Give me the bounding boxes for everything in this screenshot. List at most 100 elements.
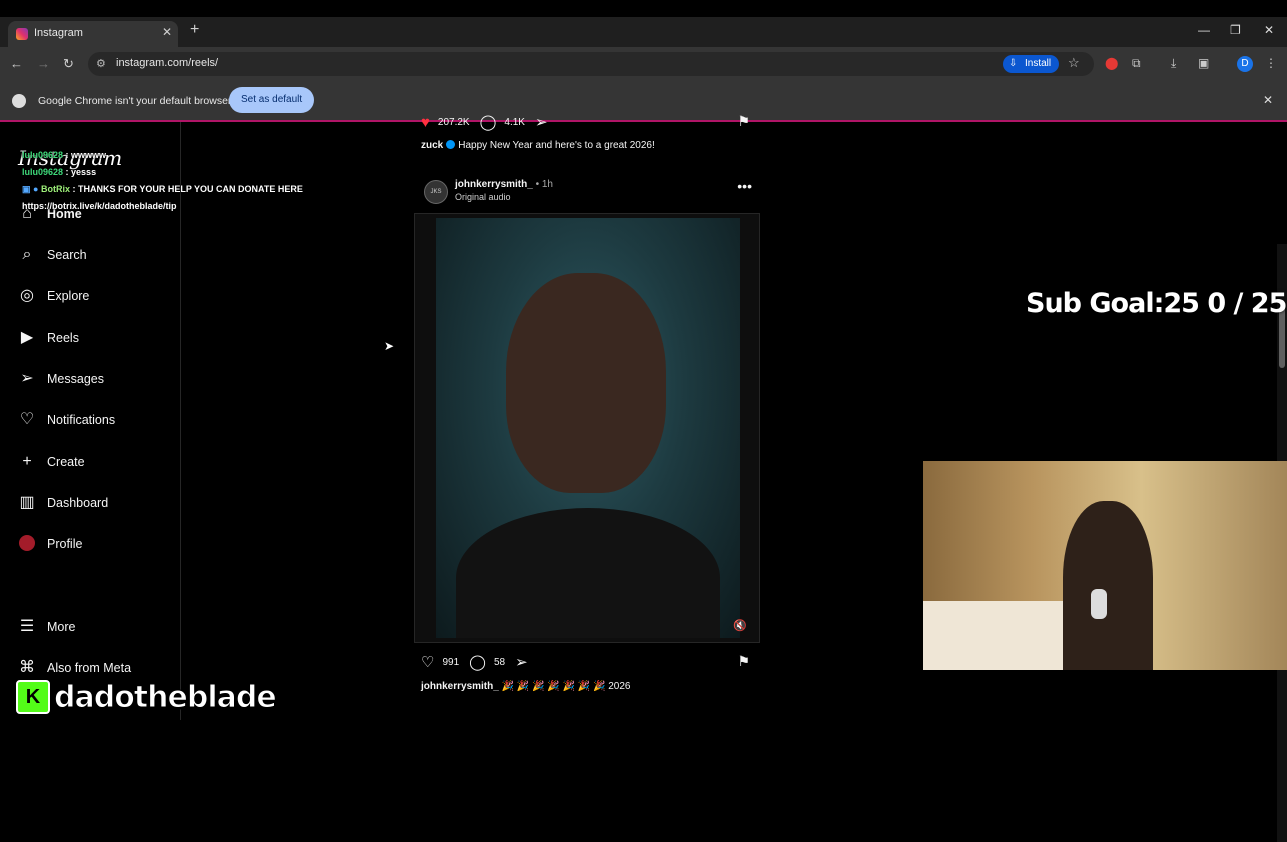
compass-icon: ◎	[20, 287, 34, 304]
caption-text: Happy New Year and here's to a great 202…	[458, 140, 655, 151]
tab-bar: Instagram ✕ + — ❐ ✕	[0, 17, 1287, 47]
chat-line: ▣ ● BotRix : THANKS FOR YOUR HELP YOU CA…	[22, 182, 303, 199]
prev-post-caption: zuck Happy New Year and here's to a great…	[421, 140, 655, 151]
url-text[interactable]: instagram.com/reels/	[116, 57, 218, 69]
reels-icon: ▶	[20, 329, 34, 346]
share-icon[interactable]: ➢	[515, 653, 528, 671]
streamer-name: dadotheblade	[54, 679, 278, 715]
sidebar-item-search[interactable]: ⌕ Search	[18, 243, 87, 267]
chat-user: BotRix	[40, 184, 70, 194]
person-head-shape	[506, 273, 666, 493]
sidebar-item-more[interactable]: ☰ More	[18, 615, 76, 639]
bot-badge-icon: ▣ ●	[22, 184, 39, 194]
post-avatar[interactable]: JKS	[424, 180, 448, 204]
chat-line: lulu09628 : wwwww	[22, 148, 303, 165]
plus-icon: +	[22, 453, 32, 470]
video-frame	[436, 218, 740, 638]
side-panel-icon[interactable]: ▣	[1198, 56, 1209, 70]
more-options-icon[interactable]: •••	[737, 178, 752, 194]
sidebar-item-reels[interactable]: ▶ Reels	[18, 326, 79, 350]
like-heart-icon[interactable]: ♡	[421, 653, 434, 671]
liked-heart-icon[interactable]: ♥	[421, 114, 430, 131]
sidebar-item-label: Explore	[47, 289, 90, 303]
install-label: Install	[1025, 58, 1052, 69]
streamer-nameplate: K dadotheblade	[16, 678, 278, 716]
mouse-cursor-icon: ➤	[384, 339, 395, 353]
comment-icon[interactable]: ◯	[480, 113, 497, 131]
caption-username[interactable]: zuck	[421, 140, 443, 151]
infobar-message: Google Chrome isn't your default browser	[38, 95, 232, 107]
chat-line: lulu09628 : yesss	[22, 165, 303, 182]
sidebar-item-dashboard[interactable]: ▥ Dashboard	[18, 491, 108, 515]
share-icon[interactable]: ➢	[535, 113, 548, 131]
extensions-puzzle-icon[interactable]: ⧉	[1132, 56, 1141, 71]
default-browser-infobar: Google Chrome isn't your default browser…	[0, 82, 1287, 122]
extension-red-icon[interactable]: ⬤	[1105, 56, 1118, 70]
post-audio[interactable]: Original audio	[455, 192, 511, 202]
webcam-bed-shape	[923, 601, 1073, 670]
restore-icon[interactable]: ❐	[1230, 23, 1241, 37]
sidebar-item-profile[interactable]: Profile	[18, 532, 82, 556]
chrome-logo-icon	[12, 94, 26, 108]
stream-chat-overlay: lulu09628 : wwwww lulu09628 : yesss ▣ ● …	[22, 148, 303, 216]
set-as-default-button[interactable]: Set as default	[229, 87, 315, 113]
sub-goal-overlay: Sub Goal:25 0 / 25	[1026, 288, 1287, 319]
menu-icon: ☰	[19, 618, 35, 635]
chat-msg: : wwwww	[65, 150, 107, 160]
post-actions: ♡ 991 ◯ 58 ➢	[421, 652, 536, 672]
verified-badge-icon	[446, 140, 456, 149]
chat-msg: https://botrix.live/k/dadotheblade/tip	[22, 201, 177, 211]
infobar-close-icon[interactable]: ✕	[1263, 93, 1273, 107]
caption-username[interactable]: johnkerrysmith_	[421, 681, 499, 692]
reload-icon[interactable]: ↻	[63, 56, 74, 72]
install-app-icon: ⇩	[1009, 58, 1018, 69]
sidebar-item-label: Reels	[47, 331, 79, 345]
sidebar-item-also-from-meta[interactable]: ⌘ Also from Meta	[18, 656, 131, 680]
minimize-icon[interactable]: —	[1198, 23, 1210, 37]
heart-icon: ♡	[19, 411, 35, 428]
reel-video[interactable]: 🔇	[414, 213, 760, 643]
address-bar[interactable]: ⚙ instagram.com/reels/ ⇩ Install ☆	[88, 52, 1094, 76]
site-info-icon[interactable]: ⚙	[96, 57, 106, 70]
messages-icon: ➢	[20, 370, 34, 387]
downloads-icon[interactable]: ⤓	[1171, 56, 1176, 71]
dashboard-icon: ▥	[19, 494, 35, 511]
install-button[interactable]: ⇩ Install	[1003, 55, 1060, 73]
post-caption: johnkerrysmith_ 🎉 🎉 🎉 🎉 🎉 🎉 🎉 2026	[421, 681, 630, 692]
muted-speaker-icon[interactable]: 🔇	[733, 619, 747, 632]
sidebar-item-label: More	[47, 620, 76, 634]
post-username[interactable]: johnkerrysmith_	[455, 179, 533, 190]
sidebar-item-explore[interactable]: ◎ Explore	[18, 284, 89, 308]
person-shirt-shape	[456, 508, 720, 638]
comment-icon[interactable]: ◯	[469, 653, 486, 671]
like-count: 207.2K	[437, 116, 470, 128]
instagram-favicon-icon	[16, 28, 28, 40]
profile-avatar-icon	[18, 535, 36, 553]
sidebar-item-label: Messages	[47, 372, 104, 386]
sidebar-item-create[interactable]: + Create	[18, 450, 85, 474]
bookmark-icon[interactable]: ⚑	[737, 653, 750, 670]
post-username-line: johnkerrysmith_ • 1h	[455, 179, 553, 190]
sidebar-item-label: Profile	[47, 537, 83, 551]
chrome-menu-icon[interactable]: ⋮	[1265, 56, 1277, 70]
sidebar-item-label: Search	[47, 248, 87, 262]
close-window-icon[interactable]: ✕	[1264, 23, 1274, 37]
sidebar-item-label: Dashboard	[47, 496, 109, 510]
caption-text: 🎉 🎉 🎉 🎉 🎉 🎉 🎉 2026	[501, 681, 631, 692]
chrome-profile-avatar[interactable]: D	[1237, 56, 1253, 72]
post-time: • 1h	[535, 179, 553, 190]
new-tab-icon[interactable]: +	[190, 21, 199, 39]
tab-close-icon[interactable]: ✕	[162, 25, 172, 39]
chat-msg: : yesss	[65, 167, 97, 177]
sidebar-item-notifications[interactable]: ♡ Notifications	[18, 408, 115, 432]
sidebar-item-label: Create	[47, 455, 85, 469]
tab-instagram[interactable]: Instagram ✕	[8, 21, 178, 47]
forward-icon[interactable]: →	[37, 56, 50, 71]
search-icon: ⌕	[22, 246, 32, 263]
bookmark-star-icon[interactable]: ☆	[1068, 55, 1080, 71]
sidebar-item-messages[interactable]: ➢ Messages	[18, 367, 104, 391]
meta-apps-icon: ⌘	[19, 659, 35, 676]
prev-bookmark-icon[interactable]: ⚑	[737, 113, 750, 130]
back-icon[interactable]: ←	[10, 56, 23, 71]
streamer-webcam	[923, 461, 1287, 670]
